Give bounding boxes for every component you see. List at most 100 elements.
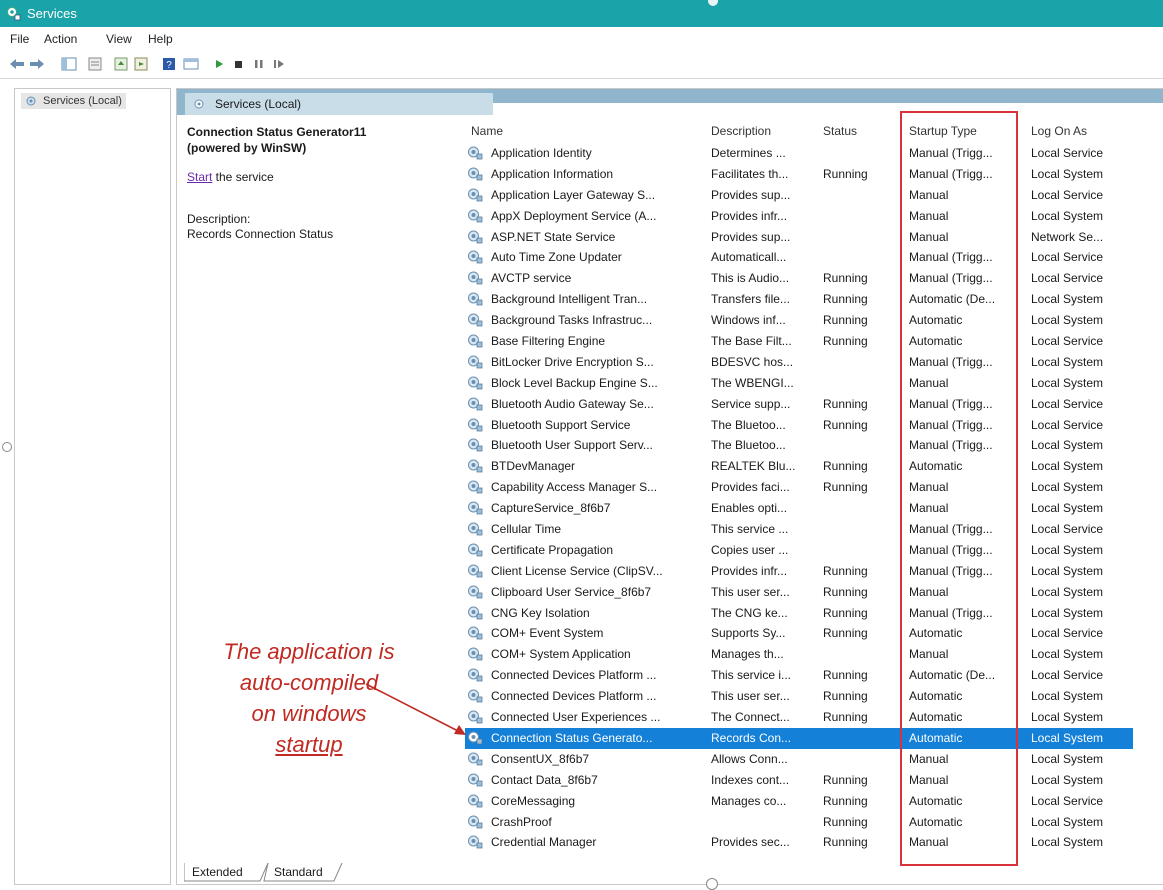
cell-name: BitLocker Drive Encryption S...: [491, 354, 654, 369]
show-action-pane-icon[interactable]: [182, 56, 200, 72]
table-row[interactable]: ConsentUX_8f6b7 Allows Conn... Manual Local…: [465, 749, 1133, 770]
cell-name: Capability Access Manager S...: [491, 480, 658, 495]
cell-logon: Local System: [1031, 501, 1104, 516]
table-row[interactable]: Auto Time Zone Updater Automaticall... Man…: [465, 247, 1133, 268]
cell-name: BTDevManager: [491, 459, 576, 474]
table-row[interactable]: Certificate Propagation Copies user ... Ma…: [465, 540, 1133, 561]
service-gear-icon: [468, 501, 483, 515]
table-row[interactable]: BitLocker Drive Encryption S... BDESVC ho…: [465, 352, 1133, 373]
table-row[interactable]: Connected User Experiences ... The Connec…: [465, 707, 1133, 728]
refresh-icon[interactable]: [112, 56, 130, 72]
cell-name: Bluetooth Audio Gateway Se...: [491, 396, 654, 411]
cell-name: Credential Manager: [491, 835, 597, 850]
table-row[interactable]: CrashProof Running Automatic Local System: [465, 812, 1133, 833]
forward-arrow-icon[interactable]: [28, 56, 46, 72]
table-row[interactable]: BTDevManager REALTEK Blu... Running Automat…: [465, 456, 1133, 477]
table-row[interactable]: Cellular Time This service ... Manual (Tri…: [465, 519, 1133, 540]
table-row[interactable]: AVCTP service This is Audio... Running Manu…: [465, 268, 1133, 289]
table-row[interactable]: AppX Deployment Service (A... Provides in…: [465, 206, 1133, 227]
table-row[interactable]: Application Identity Determines ... Manual…: [465, 143, 1133, 164]
cell-startup: Manual (Trigg...: [909, 563, 993, 578]
table-row[interactable]: Bluetooth Support Service The Bluetoo... R…: [465, 415, 1133, 436]
service-gear-icon: [468, 564, 483, 578]
tab-extended[interactable]: Extended: [192, 865, 243, 879]
table-row[interactable]: Block Level Backup Engine S... The WBENGI…: [465, 373, 1133, 394]
pause-service-icon[interactable]: [250, 56, 268, 72]
tree-node-label: Services (Local): [43, 95, 122, 107]
cell-status: Running: [823, 271, 868, 286]
properties-icon[interactable]: [86, 56, 104, 72]
table-row[interactable]: Capability Access Manager S... Provides f…: [465, 477, 1133, 498]
tab-standard[interactable]: Standard: [274, 865, 323, 879]
service-gear-icon: [468, 626, 483, 640]
cell-status: Running: [823, 689, 868, 704]
menu-view[interactable]: View: [106, 32, 132, 46]
table-row[interactable]: Application Information Facilitates th...…: [465, 164, 1133, 185]
service-gear-icon: [468, 459, 483, 473]
cell-name: CoreMessaging: [491, 793, 576, 808]
cell-logon: Local Service: [1031, 334, 1104, 349]
table-row[interactable]: Connected Devices Platform ... This user …: [465, 686, 1133, 707]
cell-name: Client License Service (ClipSV...: [491, 563, 663, 578]
stop-service-icon[interactable]: [230, 56, 248, 72]
cell-startup: Manual: [909, 187, 949, 202]
table-row[interactable]: COM+ Event System Supports Sy... Running Au…: [465, 623, 1133, 644]
menu-file[interactable]: File: [10, 32, 29, 46]
column-header-description[interactable]: Description: [711, 124, 771, 138]
show-hide-console-tree-icon[interactable]: [60, 56, 78, 72]
cell-logon: Local Service: [1031, 187, 1104, 202]
restart-service-icon[interactable]: [270, 56, 288, 72]
help-icon[interactable]: ?: [160, 56, 178, 72]
description-label: Description:: [187, 212, 251, 226]
cell-name: Connected Devices Platform ...: [491, 668, 657, 683]
table-row[interactable]: Bluetooth User Support Serv... The Blueto…: [465, 435, 1133, 456]
table-row[interactable]: Background Tasks Infrastruc... Windows in…: [465, 310, 1133, 331]
menu-action[interactable]: Action: [44, 32, 77, 46]
service-gear-icon: [468, 438, 483, 452]
table-row[interactable]: Connected Devices Platform ... This servi…: [465, 665, 1133, 686]
table-row[interactable]: Bluetooth Audio Gateway Se... Service sup…: [465, 394, 1133, 415]
back-arrow-icon[interactable]: [8, 56, 26, 72]
menu-help[interactable]: Help: [148, 32, 173, 46]
column-header-status[interactable]: Status: [823, 124, 857, 138]
table-row[interactable]: Client License Service (ClipSV... Provide…: [465, 561, 1133, 582]
table-row[interactable]: Application Layer Gateway S... Provides s…: [465, 185, 1133, 206]
table-row[interactable]: Contact Data_8f6b7 Indexes cont... Running…: [465, 770, 1133, 791]
table-row[interactable]: Background Intelligent Tran... Transfers …: [465, 289, 1133, 310]
cell-name: Connection Status Generato...: [491, 730, 653, 745]
start-service-icon[interactable]: [210, 56, 228, 72]
cell-status: Running: [823, 292, 868, 307]
tree-node-services-local[interactable]: Services (Local): [21, 93, 126, 109]
export-list-icon[interactable]: [132, 56, 150, 72]
table-row[interactable]: CoreMessaging Manages co... Running Automat…: [465, 791, 1133, 812]
cell-logon: Local Service: [1031, 417, 1104, 432]
column-header-log-on-as[interactable]: Log On As: [1031, 124, 1087, 138]
cell-startup: Automatic: [909, 814, 963, 829]
table-row[interactable]: Base Filtering Engine The Base Filt... Run…: [465, 331, 1133, 352]
bottom-resize-handle[interactable]: [706, 878, 718, 890]
header-curve: [457, 103, 1163, 115]
services-gear-icon: [194, 99, 204, 109]
cell-name: Auto Time Zone Updater: [491, 250, 622, 265]
left-resize-handle[interactable]: [2, 442, 12, 452]
service-detail: Connection Status Generator11 (powered b…: [187, 124, 447, 242]
cell-status: Running: [823, 480, 868, 495]
cell-logon: Local Service: [1031, 146, 1104, 160]
service-gear-icon: [468, 480, 483, 494]
service-gear-icon: [468, 209, 483, 223]
table-row[interactable]: Credential Manager Provides sec... Running…: [465, 832, 1133, 853]
table-row[interactable]: CNG Key Isolation The CNG ke... Running Man…: [465, 603, 1133, 624]
service-gear-icon: [468, 794, 483, 807]
column-header-name[interactable]: Name: [471, 124, 503, 138]
table-row-selected[interactable]: Connection Status Generato... Records Con…: [465, 727, 1133, 749]
service-gear-icon: [468, 773, 483, 787]
service-gear-icon: [468, 543, 483, 557]
table-row[interactable]: Clipboard User Service_8f6b7 This user se…: [465, 582, 1133, 603]
start-service-link[interactable]: Start: [187, 170, 212, 184]
table-row[interactable]: ASP.NET State Service Provides sup... Manu…: [465, 227, 1133, 248]
table-row[interactable]: CaptureService_8f6b7 Enables opti... Manua…: [465, 498, 1133, 519]
table-row[interactable]: COM+ System Application Manages th... Manu…: [465, 644, 1133, 665]
console-tree: Services (Local): [14, 88, 171, 885]
column-header-startup-type[interactable]: Startup Type: [909, 124, 977, 138]
service-gear-icon: [468, 606, 483, 619]
